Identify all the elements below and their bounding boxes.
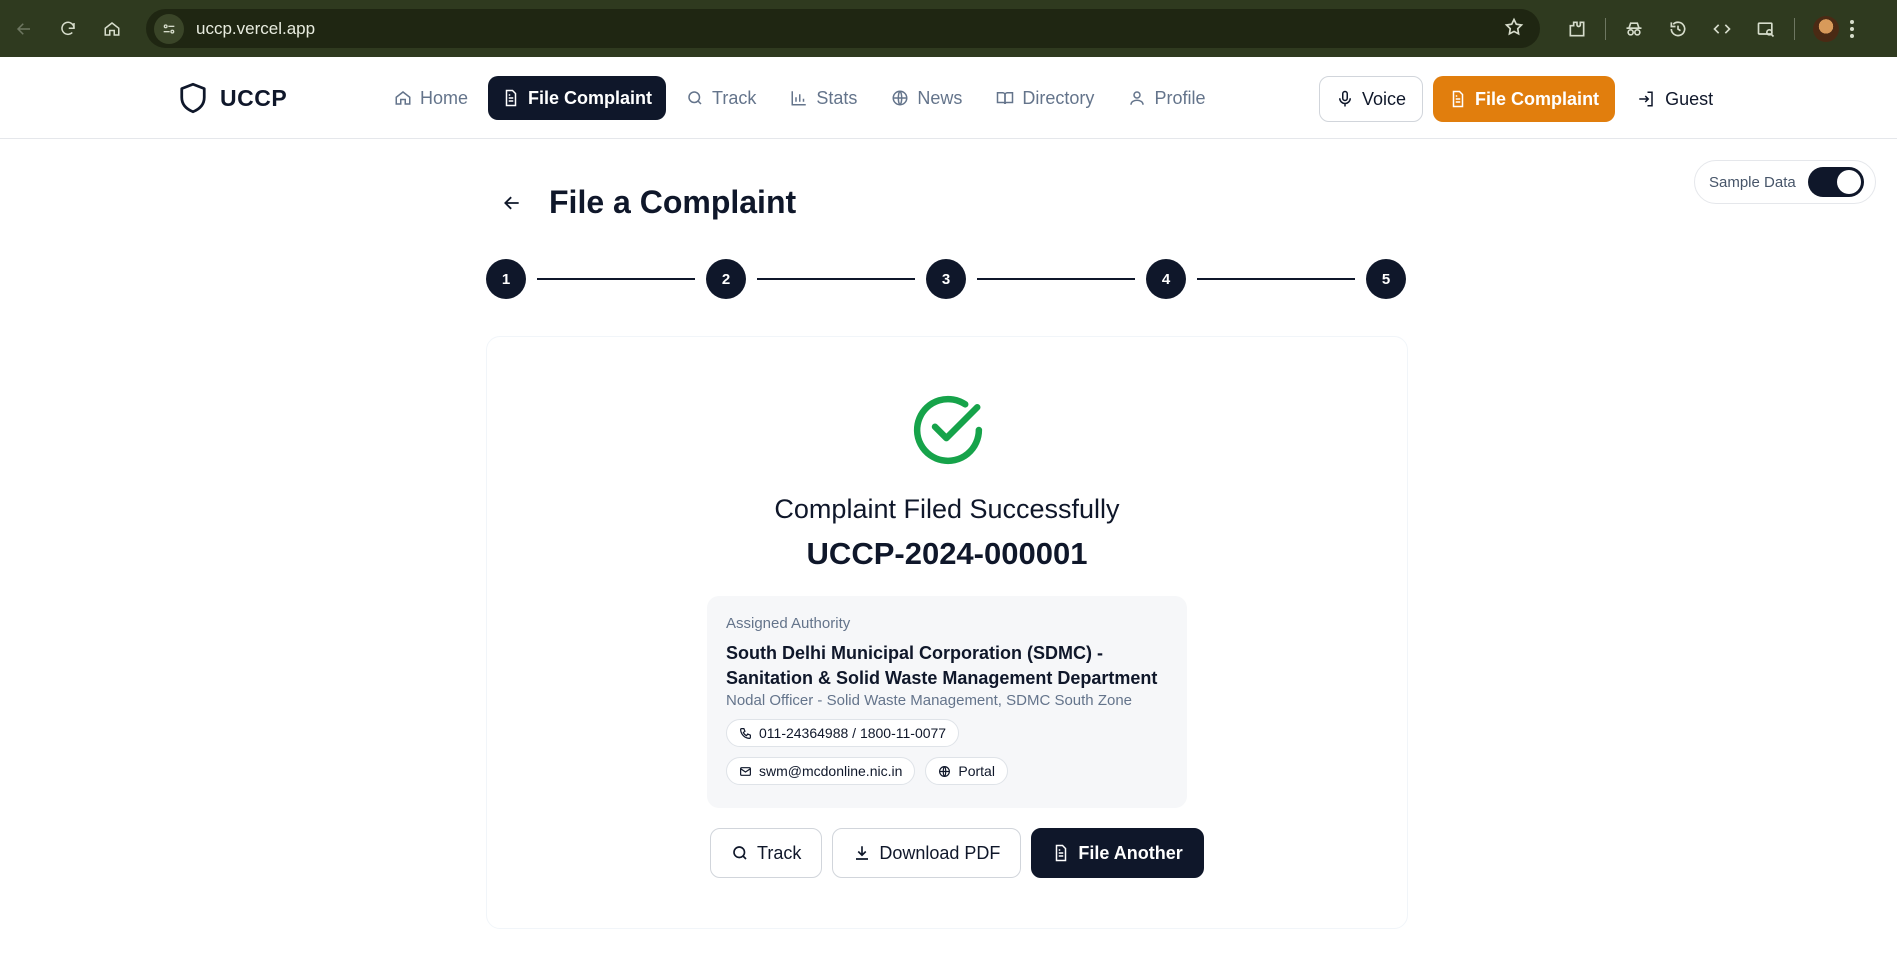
nodal-officer: Nodal Officer - Solid Waste Management, … <box>726 692 1133 709</box>
result-actions: Track Download PDF File Another <box>710 828 1204 878</box>
step-connector <box>1197 278 1355 280</box>
globe-icon <box>891 89 909 107</box>
step-connector <box>977 278 1135 280</box>
file-complaint-button[interactable]: File Complaint <box>1433 76 1616 122</box>
voice-label: Voice <box>1362 88 1407 109</box>
nav-profile[interactable]: Profile <box>1114 76 1219 120</box>
step-connector <box>537 278 695 280</box>
site-info-icon[interactable] <box>154 13 184 44</box>
phone-icon <box>739 727 752 740</box>
file-another-label: File Another <box>1078 842 1183 863</box>
sample-data-toggle[interactable]: Sample Data <box>1694 160 1876 204</box>
brand-logo-link[interactable]: UCCP <box>178 81 287 115</box>
sample-data-label: Sample Data <box>1709 173 1796 191</box>
download-pdf-button[interactable]: Download PDF <box>832 828 1022 878</box>
track-label: Track <box>757 842 802 863</box>
address-bar[interactable]: uccp.vercel.app <box>146 9 1540 48</box>
nav-directory[interactable]: Directory <box>982 76 1108 120</box>
browser-toolbar: uccp.vercel.app <box>0 0 1897 57</box>
nav-file-complaint[interactable]: File Complaint <box>488 76 667 120</box>
nav-news[interactable]: News <box>877 76 976 120</box>
microphone-icon <box>1336 90 1354 108</box>
mail-icon <box>739 765 752 778</box>
success-heading: Complaint Filed Successfully <box>774 494 1120 524</box>
nav-stats[interactable]: Stats <box>776 76 871 120</box>
file-icon <box>502 89 520 107</box>
authority-name: South Delhi Municipal Corporation (SDMC)… <box>726 643 1158 688</box>
step-4: 4 <box>1146 259 1186 299</box>
step-5: 5 <box>1366 259 1406 299</box>
progress-stepper: 1 2 3 4 5 <box>486 259 1408 299</box>
url-text: uccp.vercel.app <box>196 18 316 38</box>
authority-label: Assigned Authority <box>726 615 851 632</box>
toolbar-divider <box>1605 17 1606 40</box>
toggle-knob <box>1836 170 1861 194</box>
file-another-button[interactable]: File Another <box>1031 828 1204 878</box>
step-1: 1 <box>486 259 526 299</box>
profile-avatar[interactable] <box>1813 15 1839 42</box>
home-browser-icon[interactable] <box>90 7 134 51</box>
track-button[interactable]: Track <box>710 828 823 878</box>
file-icon <box>1052 844 1070 862</box>
book-icon <box>996 89 1014 107</box>
page-title: File a Complaint <box>549 184 797 220</box>
complaint-id: UCCP-2024-000001 <box>806 536 1088 571</box>
nav-label: Stats <box>816 87 858 108</box>
user-icon <box>1128 89 1146 107</box>
shield-icon <box>178 81 208 115</box>
step-2: 2 <box>706 259 746 299</box>
toggle-switch[interactable] <box>1807 167 1864 197</box>
check-circle-icon <box>909 391 987 469</box>
page-heading: File a Complaint <box>497 184 796 221</box>
success-card: Complaint Filed Successfully UCCP-2024-0… <box>486 336 1408 929</box>
toolbar-divider <box>1794 17 1795 40</box>
assigned-authority-panel: Assigned Authority South Delhi Municipal… <box>707 596 1187 808</box>
back-arrow-icon[interactable] <box>2 7 46 51</box>
download-label: Download PDF <box>879 842 1001 863</box>
globe-icon <box>938 765 951 778</box>
email-text: swm@mcdonline.nic.in <box>759 763 903 779</box>
search-icon <box>686 89 704 107</box>
nav-label: File Complaint <box>528 87 653 108</box>
download-icon <box>853 844 871 862</box>
file-icon <box>1449 90 1467 108</box>
history-icon[interactable] <box>1656 7 1700 51</box>
nav-home[interactable]: Home <box>380 76 482 120</box>
bar-chart-icon <box>790 89 808 107</box>
nav-label: Track <box>712 87 757 108</box>
lens-search-icon[interactable] <box>1744 7 1788 51</box>
guest-label: Guest <box>1665 88 1714 109</box>
phone-text: 011-24364988 / 1800-11-0077 <box>759 725 947 741</box>
step-connector <box>757 278 915 280</box>
portal-chip[interactable]: Portal <box>925 757 1008 785</box>
nav-label: Home <box>420 87 469 108</box>
portal-text: Portal <box>958 763 995 779</box>
menu-kebab-icon[interactable] <box>1849 19 1855 39</box>
brand-name: UCCP <box>220 84 288 111</box>
login-icon <box>1637 90 1655 108</box>
step-3: 3 <box>926 259 966 299</box>
file-complaint-label: File Complaint <box>1475 88 1600 109</box>
nav-label: Profile <box>1154 87 1206 108</box>
incognito-icon[interactable] <box>1612 7 1656 51</box>
home-icon <box>394 89 412 107</box>
nav-track[interactable]: Track <box>672 76 770 120</box>
bookmark-star-icon[interactable] <box>1504 17 1524 37</box>
extensions-icon[interactable] <box>1555 7 1599 51</box>
back-arrow-icon[interactable] <box>497 188 527 218</box>
phone-chip[interactable]: 011-24364988 / 1800-11-0077 <box>726 719 960 747</box>
reload-icon[interactable] <box>46 7 90 51</box>
email-chip[interactable]: swm@mcdonline.nic.in <box>726 757 916 785</box>
guest-login-button[interactable]: Guest <box>1625 76 1725 122</box>
voice-button[interactable]: Voice <box>1319 76 1424 122</box>
main-nav: Home File Complaint Track Stats News Dir… <box>380 76 1219 120</box>
devtools-code-icon[interactable] <box>1700 7 1744 51</box>
nav-label: News <box>917 87 963 108</box>
search-icon <box>731 844 749 862</box>
app-header: UCCP Home File Complaint Track Stats New… <box>0 57 1897 139</box>
nav-label: Directory <box>1022 87 1095 108</box>
